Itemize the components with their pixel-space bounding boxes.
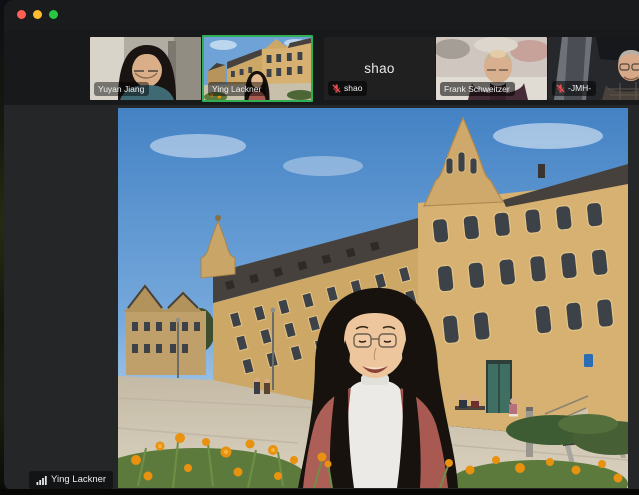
mic-off-icon: [556, 84, 565, 93]
participant-name: -JMH-: [568, 84, 591, 93]
participant-tile-ying-lackner[interactable]: Ying Lackner: [202, 35, 313, 102]
participant-tile-shao[interactable]: shao shao: [324, 37, 435, 100]
participant-name: Frank Schweitzer: [444, 85, 510, 94]
close-button[interactable]: [17, 10, 26, 19]
participant-name-label: shao: [328, 81, 367, 96]
desktop-background-bottom: [0, 489, 639, 495]
participant-name-label: Frank Schweitzer: [440, 82, 515, 97]
participant-name-label: Ying Lackner: [208, 82, 266, 97]
participant-name-label: Yuyan Jiang: [94, 82, 149, 97]
fullscreen-button[interactable]: [49, 10, 58, 19]
virtual-background-scene: [118, 108, 628, 488]
participant-name: shao: [344, 84, 362, 93]
participant-tile-yuyan-jiang[interactable]: Yuyan Jiang: [90, 37, 201, 100]
active-speaker-video[interactable]: [118, 108, 628, 488]
participant-tile-jmh[interactable]: -JMH-: [548, 37, 639, 100]
participant-name: Ying Lackner: [212, 85, 261, 94]
speaker-name: Ying Lackner: [51, 475, 106, 485]
mic-off-icon: [332, 84, 341, 93]
participant-name: Yuyan Jiang: [98, 85, 144, 94]
screen: Yuyan Jiang: [0, 0, 639, 495]
signal-bars-icon: [36, 475, 47, 485]
speaker-name-label: Ying Lackner: [29, 471, 113, 489]
zoom-meeting-window: Yuyan Jiang: [4, 0, 639, 491]
participant-tile-frank-schweitzer[interactable]: Frank Schweitzer: [436, 37, 547, 100]
window-titlebar[interactable]: [4, 0, 639, 30]
minimize-button[interactable]: [33, 10, 42, 19]
participant-name-label: -JMH-: [552, 81, 596, 96]
